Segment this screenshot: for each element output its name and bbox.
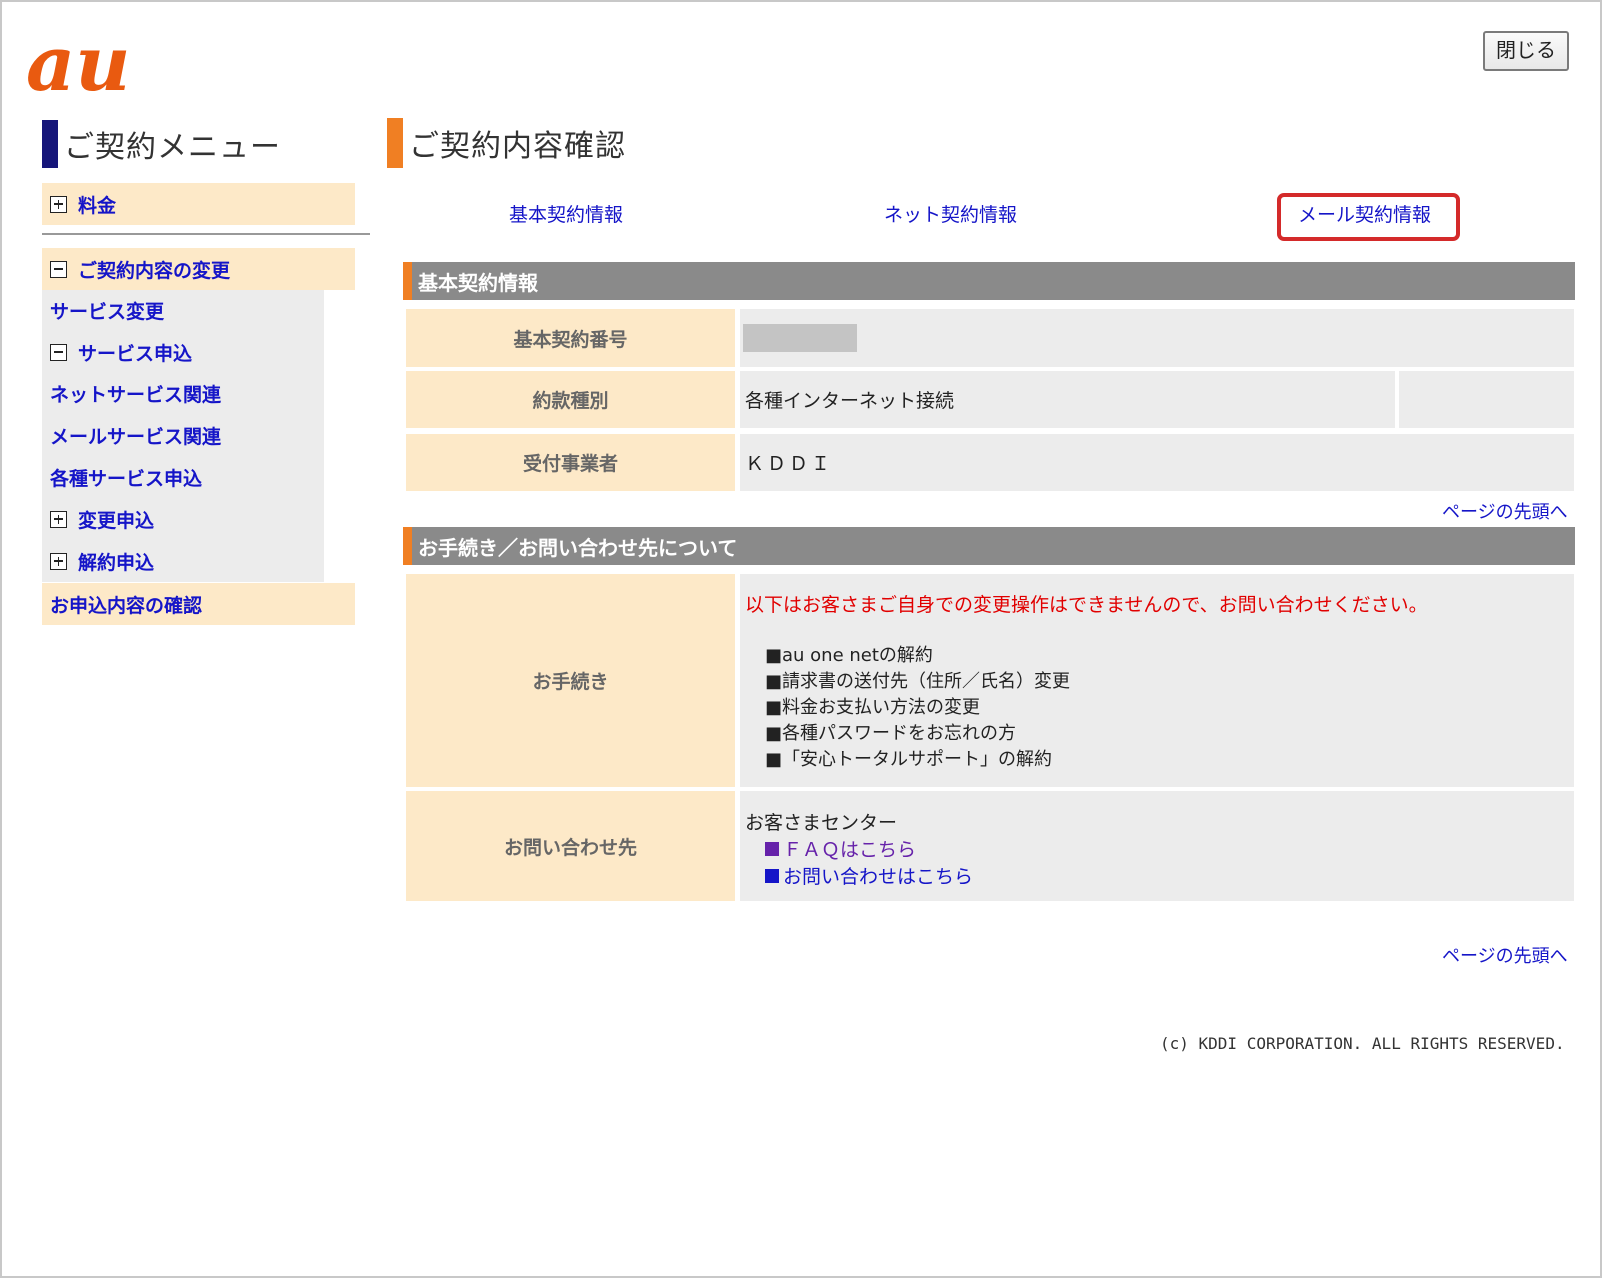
sidebar-item-label[interactable]: お申込内容の確認 xyxy=(50,591,202,618)
tab-basic-contract[interactable]: 基本契約情報 xyxy=(509,200,623,227)
label-procedure: お手続き xyxy=(406,574,735,787)
list-item: ■au one netの解約 xyxy=(765,645,933,666)
square-bullet-icon xyxy=(765,842,779,856)
sidebar-item-label[interactable]: ネットサービス関連 xyxy=(50,380,221,407)
inquiry-link[interactable]: お問い合わせはこちら xyxy=(765,864,973,891)
sidebar-title: ご契約メニュー xyxy=(42,120,281,168)
sidebar-divider xyxy=(42,233,370,235)
sidebar-item-fee[interactable]: 料金 xyxy=(42,183,355,225)
sidebar-item-label[interactable]: 料金 xyxy=(78,191,116,218)
label-contract-number: 基本契約番号 xyxy=(406,309,735,367)
sidebar-item-net-service[interactable]: ネットサービス関連 xyxy=(50,378,221,408)
faq-link[interactable]: ＦＡＱはこちら xyxy=(765,837,973,864)
faq-link-text[interactable]: ＦＡＱはこちら xyxy=(783,839,916,861)
copyright: (c) KDDI CORPORATION. ALL RIGHTS RESERVE… xyxy=(1160,1034,1565,1053)
procedure-list: ■au one netの解約 ■請求書の送付先（住所／氏名）変更 ■料金お支払い… xyxy=(765,643,1070,773)
plus-box-icon[interactable] xyxy=(50,510,67,528)
sidebar-item-label[interactable]: 各種サービス申込 xyxy=(50,464,202,491)
inquiry-link-text[interactable]: お問い合わせはこちら xyxy=(783,866,973,888)
sidebar-item-label[interactable]: メールサービス関連 xyxy=(50,422,221,449)
plus-box-icon[interactable] xyxy=(50,552,67,570)
center-name: お客さまセンター xyxy=(745,812,898,834)
section-accent xyxy=(403,262,412,300)
page-top-link[interactable]: ページの先頭へ xyxy=(1442,498,1568,524)
minus-box-icon[interactable] xyxy=(50,260,67,278)
list-item: ■「安心トータルサポート」の解約 xyxy=(765,749,1053,770)
section-accent xyxy=(403,527,412,565)
sidebar-item-various-service[interactable]: 各種サービス申込 xyxy=(50,462,202,492)
sidebar-item-change-apply[interactable]: 変更申込 xyxy=(50,504,154,534)
label-contact: お問い合わせ先 xyxy=(406,791,735,901)
section-heading: 基本契約情報 xyxy=(418,270,538,295)
list-item: ■料金お支払い方法の変更 xyxy=(765,697,981,718)
sidebar-item-label[interactable]: 解約申込 xyxy=(78,548,154,575)
sidebar-item-mail-service[interactable]: メールサービス関連 xyxy=(50,420,221,450)
sidebar-title-text: ご契約メニュー xyxy=(64,130,281,165)
list-item: ■請求書の送付先（住所／氏名）変更 xyxy=(765,671,1071,692)
title-accent-bar xyxy=(42,120,58,168)
section-header-contact: お手続き／お問い合わせ先について xyxy=(403,527,1575,565)
value-contract-number xyxy=(740,309,1574,367)
sidebar-item-cancel-apply[interactable]: 解約申込 xyxy=(50,546,154,576)
tab-net-contract[interactable]: ネット契約情報 xyxy=(884,200,1017,227)
sidebar-item-label[interactable]: ご契約内容の変更 xyxy=(78,256,230,283)
title-accent-bar xyxy=(387,118,403,168)
tab-mail-contract[interactable]: メール契約情報 xyxy=(1298,200,1431,227)
au-logo: au xyxy=(26,32,131,102)
sidebar-item-contract-change[interactable]: ご契約内容の変更 xyxy=(42,248,355,290)
sidebar-item-label[interactable]: サービス変更 xyxy=(50,297,164,324)
page-top-link-bottom[interactable]: ページの先頭へ xyxy=(1442,942,1568,968)
sidebar-item-service-apply[interactable]: サービス申込 xyxy=(50,337,192,367)
sidebar-item-label[interactable]: サービス申込 xyxy=(78,339,192,366)
section-heading: お手続き／お問い合わせ先について xyxy=(418,535,738,560)
notice-text: 以下はお客さまご自身での変更操作はできませんので、お問い合わせください。 xyxy=(745,594,1428,616)
square-bullet-icon xyxy=(765,869,779,883)
sidebar-item-application-confirm[interactable]: お申込内容の確認 xyxy=(42,583,355,625)
close-button[interactable]: 閉じる xyxy=(1483,31,1569,71)
minus-box-icon[interactable] xyxy=(50,343,67,361)
label-operator: 受付事業者 xyxy=(406,434,735,491)
list-item: ■各種パスワードをお忘れの方 xyxy=(765,723,1017,744)
sidebar-item-label[interactable]: 変更申込 xyxy=(78,506,154,533)
redacted-contract-number xyxy=(743,324,857,352)
page-title: ご契約内容確認 xyxy=(387,118,626,168)
label-agreement-type: 約款種別 xyxy=(406,371,735,428)
section-header-basic: 基本契約情報 xyxy=(403,262,1575,300)
value-agreement-extra xyxy=(1399,371,1574,428)
svg-text:au: au xyxy=(26,32,131,102)
value-operator: ＫＤＤＩ xyxy=(740,434,1574,491)
sidebar-item-service-change[interactable]: サービス変更 xyxy=(50,295,164,325)
contact-block: お客さまセンター ＦＡＱはこちら お問い合わせはこちら xyxy=(745,810,973,891)
plus-box-icon[interactable] xyxy=(50,195,67,213)
page-title-text: ご契約内容確認 xyxy=(409,129,626,164)
value-agreement-type: 各種インターネット接続 xyxy=(740,371,1395,428)
